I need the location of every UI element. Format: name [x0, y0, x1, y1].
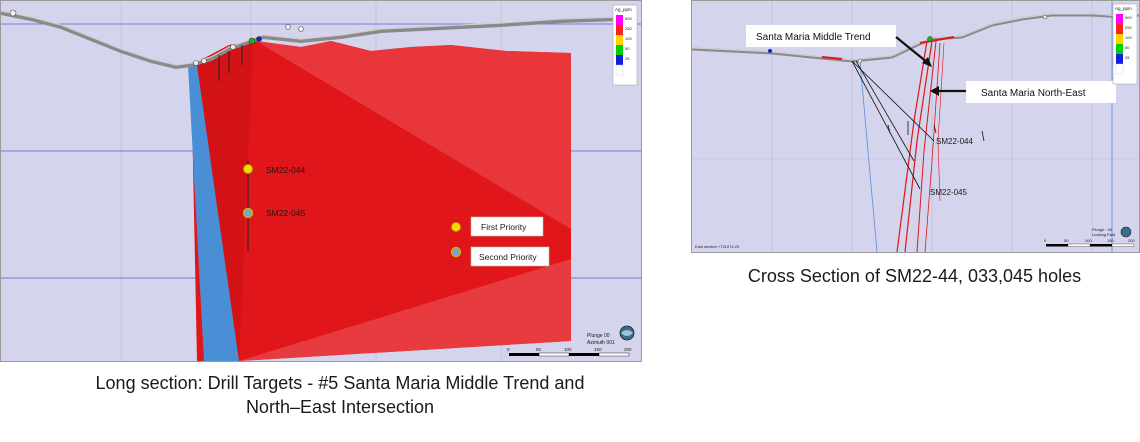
cross-hole-label-045: SM22-045: [930, 188, 967, 197]
long-legend-value-500: 500: [625, 16, 632, 21]
long-scale-tick-150: 150: [594, 347, 602, 352]
long-legend-swatch-250: [616, 25, 623, 35]
long-plunge-text: Plunge 00: [587, 333, 610, 339]
long-legend-value-25: 25: [625, 56, 630, 61]
long-legend-value-100: 100: [625, 36, 632, 41]
cross-legend-value-25: 25: [1125, 55, 1130, 60]
cross-legend-value-250: 250: [1125, 25, 1132, 30]
cross-legend: Ag_ppm 500 250 100 50 25: [1112, 3, 1138, 85]
long-legend-value-250: 250: [625, 26, 632, 31]
second-priority-label: Second Priority: [479, 252, 537, 262]
long-legend-value-50: 50: [625, 46, 630, 51]
north-east-callout-label: Santa Maria North-East: [981, 88, 1086, 99]
cross-collar-green: [927, 36, 933, 42]
cross-scale-tick-100: 100: [1085, 238, 1092, 243]
cross-legend-value-100: 100: [1125, 35, 1132, 40]
cross-section-figure: SM22-044 SM22-045 Santa Maria Middle Tre…: [692, 1, 1139, 252]
long-section-panel: SM22-044 SM22-045 First Priority Second …: [0, 0, 642, 362]
long-legend: Ag_ppm 500 250 100 50 25: [612, 4, 638, 86]
cross-legend-swatch-250: [1116, 24, 1123, 34]
second-priority-marker: [450, 246, 462, 258]
cross-orientation-globe-icon: [1120, 226, 1132, 238]
cross-hole-label-044: SM22-044: [936, 137, 973, 146]
cross-collar-blue: [768, 49, 772, 53]
cross-legend-swatch-blank: [1115, 63, 1124, 75]
cross-legend-value-500: 500: [1125, 15, 1132, 20]
middle-trend-callout-label: Santa Maria Middle Trend: [756, 32, 871, 43]
target-label-sm22-045: SM22-045: [266, 208, 305, 218]
target-marker-sm22-045: [242, 207, 254, 219]
first-priority-marker: [451, 222, 461, 232]
long-legend-title: Ag_ppm: [615, 7, 632, 12]
cross-collar-1: [857, 58, 863, 64]
long-legend-swatch-25: [616, 55, 623, 65]
cross-scale-tick-200: 200: [1128, 238, 1135, 243]
cross-section-panel: SM22-044 SM22-045 Santa Maria Middle Tre…: [691, 0, 1140, 253]
cross-section-caption: Cross Section of SM22-44, 033,045 holes: [691, 264, 1138, 288]
first-priority-label: First Priority: [481, 222, 527, 232]
long-azimuth-text: Azimuth 001: [587, 340, 615, 346]
cross-section-note: East section +721074.23: [695, 244, 740, 249]
long-scale-tick-200: 200: [624, 347, 632, 352]
long-legend-swatch-500: [616, 15, 623, 25]
cross-legend-swatch-50: [1116, 44, 1123, 54]
cross-legend-title: Ag_ppm: [1115, 6, 1132, 11]
long-scale-tick-50: 50: [536, 347, 542, 352]
long-caption-line1: Long section: Drill Targets - #5 Santa M…: [95, 373, 585, 393]
cross-scale-tick-50: 50: [1064, 238, 1069, 243]
cross-legend-swatch-25: [1116, 54, 1123, 64]
long-legend-swatch-blank: [615, 64, 624, 76]
cross-azimuth-text: Looking East: [1092, 232, 1116, 237]
cross-legend-value-50: 50: [1125, 45, 1130, 50]
cross-legend-swatch-100: [1116, 34, 1123, 44]
long-section-figure: SM22-044 SM22-045 First Priority Second …: [1, 1, 641, 361]
target-marker-sm22-044: [243, 164, 253, 174]
long-caption-line2: North–East Intersection: [245, 397, 435, 417]
target-label-sm22-044: SM22-044: [266, 165, 305, 175]
cross-caption-line: Cross Section of SM22-44, 033,045 holes: [747, 266, 1082, 286]
cross-scale-tick-150: 150: [1107, 238, 1114, 243]
long-section-caption: Long section: Drill Targets - #5 Santa M…: [0, 371, 680, 419]
long-legend-swatch-100: [616, 35, 623, 45]
long-legend-swatch-50: [616, 45, 623, 55]
cross-collar-2: [1042, 14, 1048, 20]
long-scale-tick-100: 100: [564, 347, 572, 352]
cross-legend-swatch-500: [1116, 14, 1123, 24]
